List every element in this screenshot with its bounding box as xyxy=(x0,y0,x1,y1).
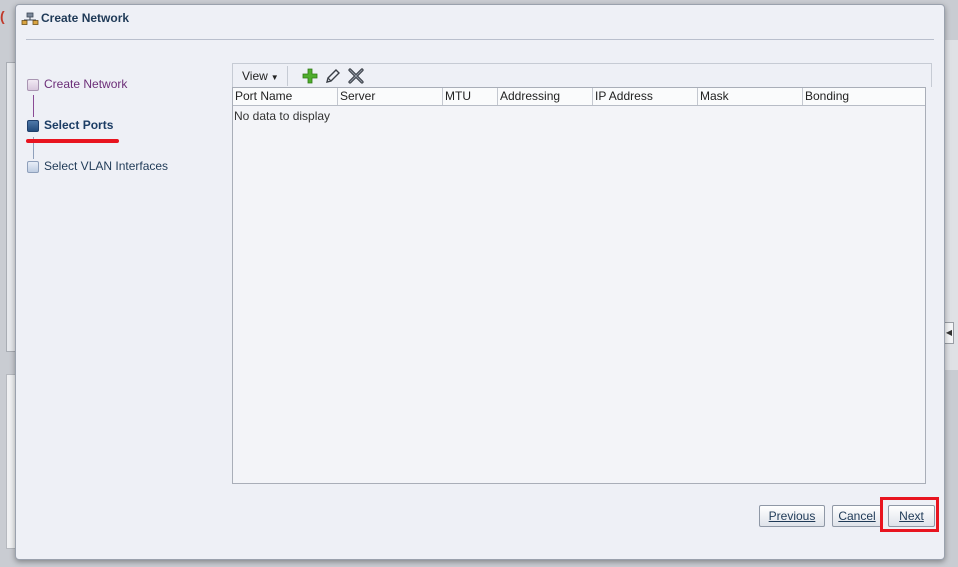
train-step-label: Create Network xyxy=(44,77,128,91)
table-header: Port Name Server MTU Addressing IP Addre… xyxy=(233,88,925,106)
step-indicator-icon xyxy=(27,120,39,132)
divider xyxy=(26,39,934,40)
cancel-button[interactable]: Cancel xyxy=(832,505,882,527)
column-header-port-name[interactable]: Port Name xyxy=(233,88,338,105)
app-logo: ( xyxy=(0,8,5,24)
highlight-box xyxy=(880,497,939,532)
caret-down-icon: ▼ xyxy=(270,73,279,82)
empty-table-message: No data to display xyxy=(234,109,331,123)
background-panel xyxy=(944,40,958,370)
wizard-train: Create Network Select Ports Select VLAN … xyxy=(24,65,224,205)
highlight-underline xyxy=(26,139,119,143)
train-step-label: Select Ports xyxy=(44,118,114,132)
create-network-dialog: Create Network Create Network Select Por… xyxy=(15,4,945,560)
delete-icon[interactable] xyxy=(347,67,365,85)
dialog-title: Create Network xyxy=(41,11,130,25)
edit-icon[interactable] xyxy=(324,67,342,85)
column-header-mtu[interactable]: MTU xyxy=(443,88,498,105)
collapse-pane-button[interactable]: ◀ xyxy=(944,322,954,344)
ports-table: Port Name Server MTU Addressing IP Addre… xyxy=(232,87,926,484)
dialog-title-bar: Create Network xyxy=(16,5,944,35)
network-icon xyxy=(21,12,39,26)
column-header-server[interactable]: Server xyxy=(338,88,443,105)
step-indicator-icon xyxy=(27,161,39,173)
view-menu-label: View xyxy=(242,69,268,83)
step-indicator-icon xyxy=(27,79,39,91)
column-header-bonding[interactable]: Bonding xyxy=(803,88,925,105)
view-menu[interactable]: View ▼ xyxy=(234,66,288,86)
add-icon[interactable] xyxy=(301,67,319,85)
train-connector xyxy=(33,95,34,117)
column-header-addressing[interactable]: Addressing xyxy=(498,88,593,105)
table-toolbar: View ▼ xyxy=(232,63,932,87)
previous-button[interactable]: Previous xyxy=(759,505,825,527)
column-header-mask[interactable]: Mask xyxy=(698,88,803,105)
column-header-ip-address[interactable]: IP Address xyxy=(593,88,698,105)
train-step-label: Select VLAN Interfaces xyxy=(44,159,169,173)
